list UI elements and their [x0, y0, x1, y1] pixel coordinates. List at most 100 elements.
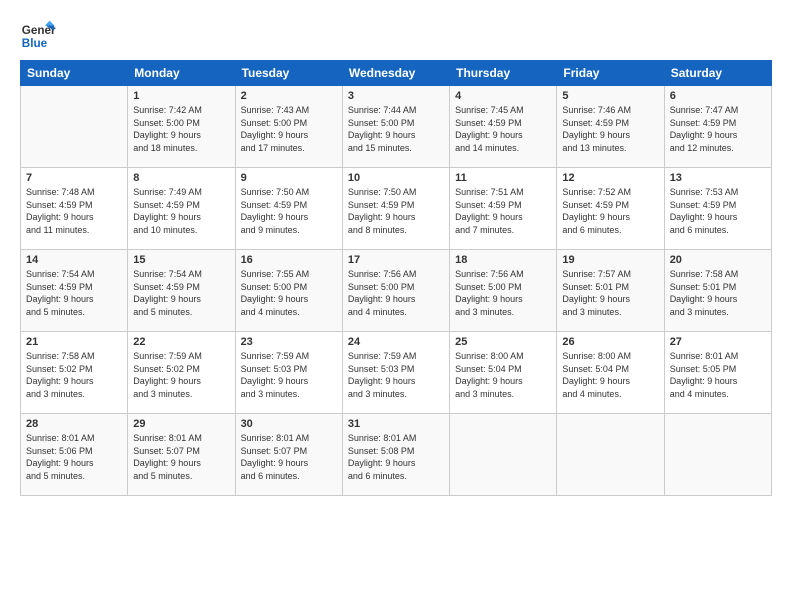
- day-info: Sunrise: 7:48 AM Sunset: 4:59 PM Dayligh…: [26, 186, 122, 236]
- day-number: 20: [670, 254, 766, 266]
- day-number: 3: [348, 90, 444, 102]
- day-number: 12: [562, 172, 658, 184]
- calendar-table: SundayMondayTuesdayWednesdayThursdayFrid…: [20, 60, 772, 496]
- day-info: Sunrise: 7:55 AM Sunset: 5:00 PM Dayligh…: [241, 268, 337, 318]
- week-row-1: 1 Sunrise: 7:42 AM Sunset: 5:00 PM Daylig…: [21, 86, 772, 168]
- calendar-cell: 22Sunrise: 7:59 AM Sunset: 5:02 PM Dayli…: [128, 332, 235, 414]
- day-number: 29: [133, 418, 229, 430]
- day-number: 2: [241, 90, 337, 102]
- calendar-cell: [664, 414, 771, 496]
- day-info: Sunrise: 7:59 AM Sunset: 5:03 PM Dayligh…: [241, 350, 337, 400]
- day-info: Sunrise: 7:53 AM Sunset: 4:59 PM Dayligh…: [670, 186, 766, 236]
- day-header-tuesday: Tuesday: [235, 61, 342, 86]
- day-info: Sunrise: 7:42 AM Sunset: 5:00 PM Dayligh…: [133, 104, 229, 154]
- days-header-row: SundayMondayTuesdayWednesdayThursdayFrid…: [21, 61, 772, 86]
- day-info: Sunrise: 7:56 AM Sunset: 5:00 PM Dayligh…: [455, 268, 551, 318]
- day-info: Sunrise: 7:47 AM Sunset: 4:59 PM Dayligh…: [670, 104, 766, 154]
- day-number: 17: [348, 254, 444, 266]
- calendar-cell: 23Sunrise: 7:59 AM Sunset: 5:03 PM Dayli…: [235, 332, 342, 414]
- day-info: Sunrise: 7:50 AM Sunset: 4:59 PM Dayligh…: [348, 186, 444, 236]
- day-number: 28: [26, 418, 122, 430]
- day-header-monday: Monday: [128, 61, 235, 86]
- day-number: 4: [455, 90, 551, 102]
- day-number: 24: [348, 336, 444, 348]
- calendar-cell: 30 Sunrise: 8:01 AM Sunset: 5:07 PM Dayli…: [235, 414, 342, 496]
- calendar-cell: 24 Sunrise: 7:59 AM Sunset: 5:03 PM Dayli…: [342, 332, 449, 414]
- day-number: 19: [562, 254, 658, 266]
- day-number: 13: [670, 172, 766, 184]
- day-info: Sunrise: 8:01 AM Sunset: 5:08 PM Dayligh…: [348, 432, 444, 482]
- day-number: 11: [455, 172, 551, 184]
- week-row-2: 7 Sunrise: 7:48 AM Sunset: 4:59 PM Daylig…: [21, 168, 772, 250]
- day-info: Sunrise: 7:44 AM Sunset: 5:00 PM Dayligh…: [348, 104, 444, 154]
- calendar-cell: 18 Sunrise: 7:56 AM Sunset: 5:00 PM Dayli…: [450, 250, 557, 332]
- calendar-cell: [557, 414, 664, 496]
- calendar-cell: 7 Sunrise: 7:48 AM Sunset: 4:59 PM Daylig…: [21, 168, 128, 250]
- day-number: 30: [241, 418, 337, 430]
- calendar-cell: 31 Sunrise: 8:01 AM Sunset: 5:08 PM Dayli…: [342, 414, 449, 496]
- day-info: Sunrise: 7:58 AM Sunset: 5:02 PM Dayligh…: [26, 350, 122, 400]
- day-number: 16: [241, 254, 337, 266]
- day-number: 14: [26, 254, 122, 266]
- logo-icon: General Blue: [20, 18, 56, 54]
- day-info: Sunrise: 8:00 AM Sunset: 5:04 PM Dayligh…: [455, 350, 551, 400]
- day-header-thursday: Thursday: [450, 61, 557, 86]
- day-number: 1: [133, 90, 229, 102]
- logo: General Blue: [20, 18, 56, 54]
- calendar-cell: 13 Sunrise: 7:53 AM Sunset: 4:59 PM Dayli…: [664, 168, 771, 250]
- day-number: 25: [455, 336, 551, 348]
- day-number: 8: [133, 172, 229, 184]
- calendar-cell: 10 Sunrise: 7:50 AM Sunset: 4:59 PM Dayli…: [342, 168, 449, 250]
- calendar-cell: [21, 86, 128, 168]
- day-info: Sunrise: 7:57 AM Sunset: 5:01 PM Dayligh…: [562, 268, 658, 318]
- calendar-cell: 6 Sunrise: 7:47 AM Sunset: 4:59 PM Daylig…: [664, 86, 771, 168]
- day-number: 15: [133, 254, 229, 266]
- day-info: Sunrise: 7:51 AM Sunset: 4:59 PM Dayligh…: [455, 186, 551, 236]
- day-number: 10: [348, 172, 444, 184]
- day-info: Sunrise: 7:52 AM Sunset: 4:59 PM Dayligh…: [562, 186, 658, 236]
- calendar-cell: 29Sunrise: 8:01 AM Sunset: 5:07 PM Dayli…: [128, 414, 235, 496]
- week-row-5: 28 Sunrise: 8:01 AM Sunset: 5:06 PM Dayli…: [21, 414, 772, 496]
- day-info: Sunrise: 7:43 AM Sunset: 5:00 PM Dayligh…: [241, 104, 337, 154]
- calendar-cell: 16 Sunrise: 7:55 AM Sunset: 5:00 PM Dayli…: [235, 250, 342, 332]
- day-info: Sunrise: 7:58 AM Sunset: 5:01 PM Dayligh…: [670, 268, 766, 318]
- week-row-4: 21 Sunrise: 7:58 AM Sunset: 5:02 PM Dayli…: [21, 332, 772, 414]
- day-info: Sunrise: 8:00 AM Sunset: 5:04 PM Dayligh…: [562, 350, 658, 400]
- calendar-cell: [450, 414, 557, 496]
- day-number: 6: [670, 90, 766, 102]
- calendar-cell: 25 Sunrise: 8:00 AM Sunset: 5:04 PM Dayli…: [450, 332, 557, 414]
- calendar-cell: 21 Sunrise: 7:58 AM Sunset: 5:02 PM Dayli…: [21, 332, 128, 414]
- calendar-cell: 4 Sunrise: 7:45 AM Sunset: 4:59 PM Daylig…: [450, 86, 557, 168]
- calendar-cell: 12 Sunrise: 7:52 AM Sunset: 4:59 PM Dayli…: [557, 168, 664, 250]
- day-number: 18: [455, 254, 551, 266]
- day-number: 21: [26, 336, 122, 348]
- day-info: Sunrise: 7:45 AM Sunset: 4:59 PM Dayligh…: [455, 104, 551, 154]
- day-info: Sunrise: 7:59 AM Sunset: 5:03 PM Dayligh…: [348, 350, 444, 400]
- day-info: Sunrise: 8:01 AM Sunset: 5:07 PM Dayligh…: [241, 432, 337, 482]
- calendar-cell: 5Sunrise: 7:46 AM Sunset: 4:59 PM Daylig…: [557, 86, 664, 168]
- calendar-cell: 28 Sunrise: 8:01 AM Sunset: 5:06 PM Dayli…: [21, 414, 128, 496]
- calendar-cell: 15 Sunrise: 7:54 AM Sunset: 4:59 PM Dayli…: [128, 250, 235, 332]
- calendar-cell: 20 Sunrise: 7:58 AM Sunset: 5:01 PM Dayli…: [664, 250, 771, 332]
- day-header-sunday: Sunday: [21, 61, 128, 86]
- calendar-cell: 26 Sunrise: 8:00 AM Sunset: 5:04 PM Dayli…: [557, 332, 664, 414]
- day-info: Sunrise: 7:49 AM Sunset: 4:59 PM Dayligh…: [133, 186, 229, 236]
- day-info: Sunrise: 8:01 AM Sunset: 5:06 PM Dayligh…: [26, 432, 122, 482]
- day-number: 22: [133, 336, 229, 348]
- day-info: Sunrise: 7:54 AM Sunset: 4:59 PM Dayligh…: [133, 268, 229, 318]
- calendar-cell: 19 Sunrise: 7:57 AM Sunset: 5:01 PM Dayli…: [557, 250, 664, 332]
- svg-text:Blue: Blue: [22, 37, 48, 50]
- calendar-cell: 2 Sunrise: 7:43 AM Sunset: 5:00 PM Daylig…: [235, 86, 342, 168]
- day-header-friday: Friday: [557, 61, 664, 86]
- day-info: Sunrise: 7:46 AM Sunset: 4:59 PM Dayligh…: [562, 104, 658, 154]
- day-number: 26: [562, 336, 658, 348]
- day-header-saturday: Saturday: [664, 61, 771, 86]
- day-number: 27: [670, 336, 766, 348]
- day-info: Sunrise: 7:50 AM Sunset: 4:59 PM Dayligh…: [241, 186, 337, 236]
- calendar-cell: 3 Sunrise: 7:44 AM Sunset: 5:00 PM Daylig…: [342, 86, 449, 168]
- day-number: 9: [241, 172, 337, 184]
- calendar-cell: 17 Sunrise: 7:56 AM Sunset: 5:00 PM Dayli…: [342, 250, 449, 332]
- day-number: 31: [348, 418, 444, 430]
- day-info: Sunrise: 7:56 AM Sunset: 5:00 PM Dayligh…: [348, 268, 444, 318]
- day-number: 7: [26, 172, 122, 184]
